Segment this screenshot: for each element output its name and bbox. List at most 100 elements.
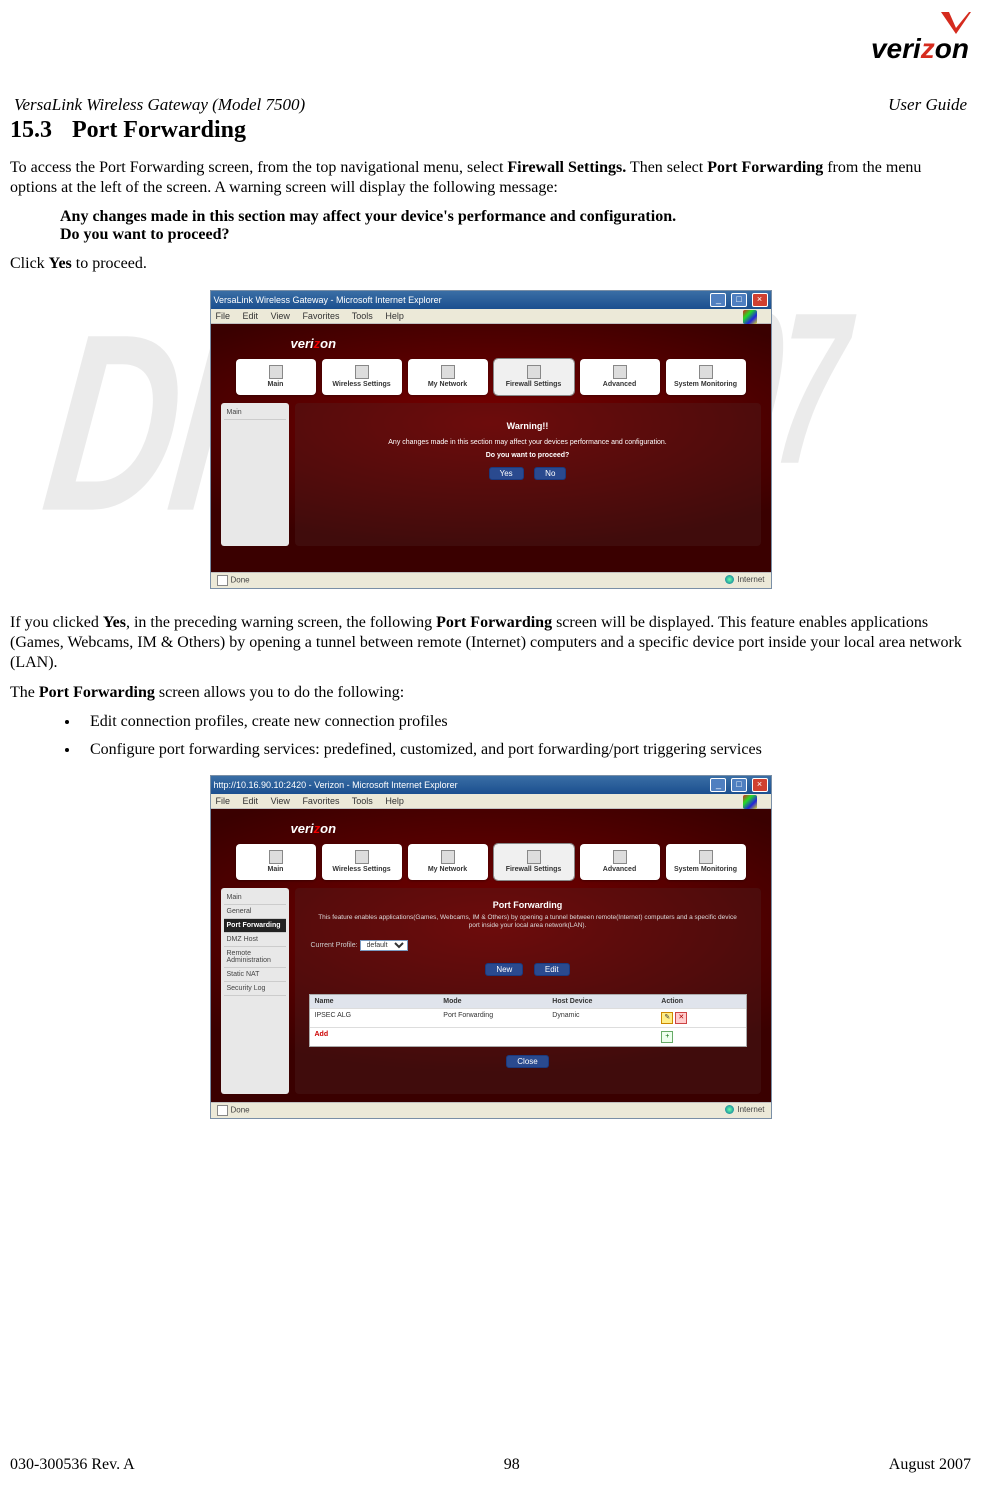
top-nav: Main Wireless Settings My Network Firewa… xyxy=(211,844,771,888)
edit-icon: ✎ xyxy=(661,1012,673,1024)
nav-main: Main xyxy=(236,359,316,395)
panel-description: This feature enables applications(Games,… xyxy=(313,914,743,930)
status-bar: Done Internet xyxy=(211,572,771,588)
header-left: VersaLink Wireless Gateway (Model 7500) xyxy=(14,95,305,115)
close-icon: × xyxy=(752,293,768,307)
svg-text:verizon: verizon xyxy=(871,33,969,64)
port-forwarding-screenshot: http://10.16.90.10:2420 - Verizon - Micr… xyxy=(210,775,772,1119)
page-icon xyxy=(217,575,228,586)
port-forwarding-panel: Port Forwarding This feature enables app… xyxy=(295,888,761,1094)
verizon-logo: verizon xyxy=(821,10,971,70)
window-titlebar: http://10.16.90.10:2420 - Verizon - Micr… xyxy=(211,776,771,794)
firewall-icon xyxy=(527,850,541,864)
monitor-icon xyxy=(699,365,713,379)
new-button: New xyxy=(485,963,523,976)
top-nav: Main Wireless Settings My Network Firewa… xyxy=(211,359,771,403)
yes-button: Yes xyxy=(489,467,524,480)
warning-panel: Warning!! Any changes made in this secti… xyxy=(295,403,761,546)
profile-row: Current Profile: default xyxy=(303,936,753,955)
table-row: IPSEC ALG Port Forwarding Dynamic ✎✕ xyxy=(310,1008,746,1027)
ie-flag-icon xyxy=(743,795,757,809)
edit-button: Edit xyxy=(534,963,570,976)
feature-list: Edit connection profiles, create new con… xyxy=(40,713,971,759)
sidebar-item-port-forwarding: Port Forwarding xyxy=(224,919,286,933)
header-right: User Guide xyxy=(888,95,967,115)
nav-monitoring: System Monitoring xyxy=(666,844,746,880)
app-brand: verizon xyxy=(211,809,771,844)
table-row-add: Add + xyxy=(310,1027,746,1046)
nav-wireless: Wireless Settings xyxy=(322,359,402,395)
list-item: Configure port forwarding services: pred… xyxy=(80,741,971,759)
no-button: No xyxy=(534,467,566,480)
sidebar-item-dmz: DMZ Host xyxy=(224,933,286,947)
page-icon xyxy=(217,1105,228,1116)
wifi-icon xyxy=(355,850,369,864)
footer-center: 98 xyxy=(504,1456,520,1474)
intro-paragraph: To access the Port Forwarding screen, fr… xyxy=(10,158,967,198)
cell-action: + xyxy=(656,1028,745,1046)
firewall-icon xyxy=(527,365,541,379)
add-link: Add xyxy=(310,1028,439,1046)
add-icon: + xyxy=(661,1031,673,1043)
allows-paragraph: The Port Forwarding screen allows you to… xyxy=(10,683,967,703)
sidebar-item-general: General xyxy=(224,905,286,919)
section-number: 15.3 xyxy=(10,117,66,144)
sidebar-item-main: Main xyxy=(224,891,286,905)
after-warning-paragraph: If you clicked Yes, in the preceding war… xyxy=(10,613,967,673)
window-title: VersaLink Wireless Gateway - Microsoft I… xyxy=(214,295,442,305)
section-heading: 15.3 Port Forwarding xyxy=(10,117,971,144)
network-icon xyxy=(441,365,455,379)
window-titlebar: VersaLink Wireless Gateway - Microsoft I… xyxy=(211,291,771,309)
nav-main: Main xyxy=(236,844,316,880)
warning-title: Warning!! xyxy=(303,421,753,431)
warning-text: Any changes made in this section may aff… xyxy=(303,439,753,446)
warning-question: Do you want to proceed? xyxy=(303,452,753,459)
close-icon: × xyxy=(752,778,768,792)
th-host: Host Device xyxy=(547,995,656,1008)
footer-left: 030-300536 Rev. A xyxy=(10,1456,135,1474)
minimize-icon: _ xyxy=(710,293,726,307)
nav-wireless: Wireless Settings xyxy=(322,844,402,880)
network-icon xyxy=(441,850,455,864)
nav-firewall: Firewall Settings xyxy=(494,359,574,395)
gear-icon xyxy=(613,365,627,379)
sidebar-item-static-nat: Static NAT xyxy=(224,968,286,982)
app-brand: verizon xyxy=(211,324,771,359)
th-mode: Mode xyxy=(438,995,547,1008)
th-action: Action xyxy=(656,995,745,1008)
nav-network: My Network xyxy=(408,844,488,880)
window-title: http://10.16.90.10:2420 - Verizon - Micr… xyxy=(214,780,458,790)
nav-advanced: Advanced xyxy=(580,359,660,395)
sidebar: Main xyxy=(221,403,289,546)
sidebar-item-security-log: Security Log xyxy=(224,982,286,996)
home-icon xyxy=(269,850,283,864)
nav-network: My Network xyxy=(408,359,488,395)
maximize-icon: □ xyxy=(731,293,747,307)
nav-advanced: Advanced xyxy=(580,844,660,880)
globe-icon xyxy=(725,1105,734,1114)
nav-monitoring: System Monitoring xyxy=(666,359,746,395)
maximize-icon: □ xyxy=(731,778,747,792)
page-footer: 030-300536 Rev. A 98 August 2007 xyxy=(10,1456,971,1474)
browser-menubar: File Edit View Favorites Tools Help xyxy=(211,794,771,809)
profile-label: Current Profile: xyxy=(311,942,358,949)
cell-name: IPSEC ALG xyxy=(310,1009,439,1027)
home-icon xyxy=(269,365,283,379)
browser-menubar: File Edit View Favorites Tools Help xyxy=(211,309,771,324)
th-name: Name xyxy=(310,995,439,1008)
warning-message: Any changes made in this section may aff… xyxy=(60,208,971,244)
list-item: Edit connection profiles, create new con… xyxy=(80,713,971,731)
sidebar: Main General Port Forwarding DMZ Host Re… xyxy=(221,888,289,1094)
section-title: Port Forwarding xyxy=(72,117,246,143)
close-button: Close xyxy=(506,1055,548,1068)
cell-action: ✎✕ xyxy=(656,1009,745,1027)
profile-select: default xyxy=(360,940,408,951)
nav-firewall: Firewall Settings xyxy=(494,844,574,880)
sidebar-item-remote-admin: Remote Administration xyxy=(224,947,286,968)
warning-screenshot: VersaLink Wireless Gateway - Microsoft I… xyxy=(210,290,772,589)
panel-title: Port Forwarding xyxy=(303,900,753,910)
gear-icon xyxy=(613,850,627,864)
delete-icon: ✕ xyxy=(675,1012,687,1024)
sidebar-item-main: Main xyxy=(224,406,286,420)
status-bar: Done Internet xyxy=(211,1102,771,1118)
